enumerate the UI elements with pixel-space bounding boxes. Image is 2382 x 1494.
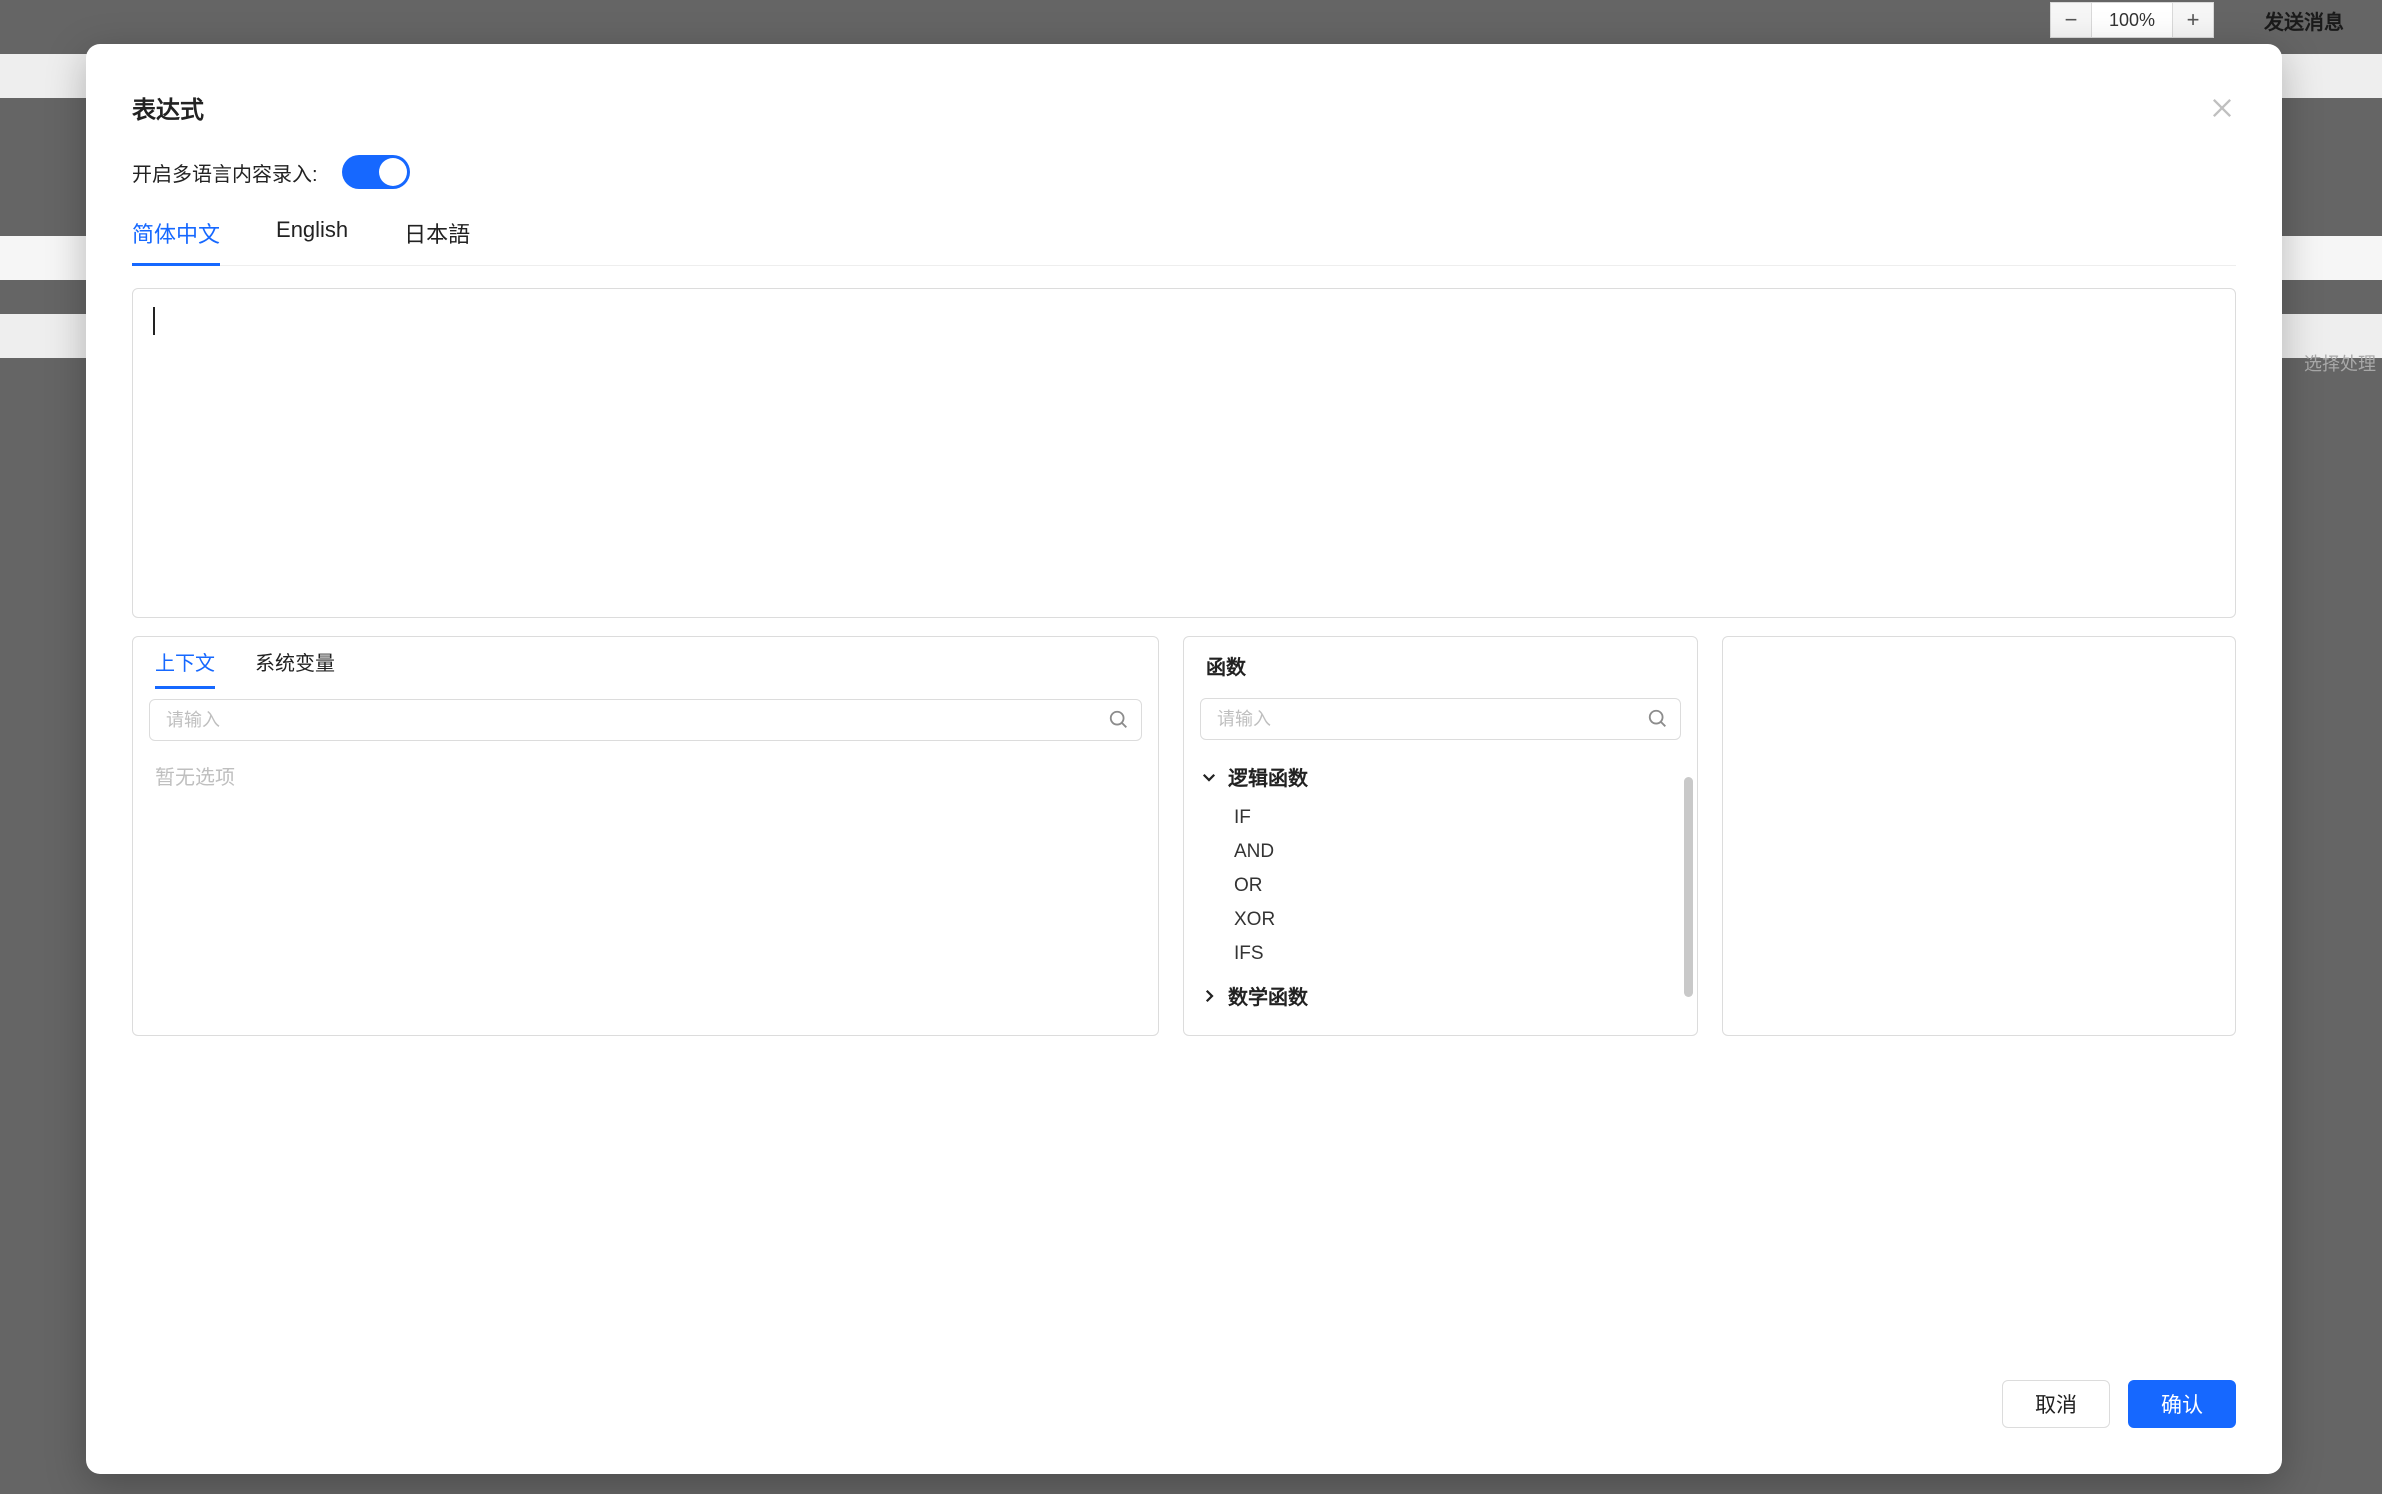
fn-category-math[interactable]: 数学函数: [1200, 971, 1681, 1020]
expression-modal: 表达式 开启多语言内容录入: 简体中文 English 日本語: [86, 44, 2282, 1474]
lang-tab-ja[interactable]: 日本語: [404, 217, 470, 265]
multilang-label: 开启多语言内容录入:: [132, 158, 318, 187]
fn-item-or[interactable]: OR: [1200, 869, 1681, 903]
fn-item-and[interactable]: AND: [1200, 835, 1681, 869]
fn-item-ifs[interactable]: IFS: [1200, 937, 1681, 971]
chevron-right-icon: [1200, 987, 1218, 1005]
context-tab-sysvars[interactable]: 系统变量: [255, 647, 335, 689]
functions-scrollbar[interactable]: [1684, 777, 1693, 997]
fn-category-label: 逻辑函数: [1228, 762, 1308, 791]
functions-panel: 函数 逻辑函数 IF: [1183, 636, 1698, 1036]
lang-tab-zh[interactable]: 简体中文: [132, 217, 220, 266]
functions-search-input[interactable]: [1200, 698, 1681, 740]
confirm-button[interactable]: 确认: [2128, 1380, 2236, 1428]
function-detail-panel: [1722, 636, 2237, 1036]
expression-input[interactable]: [132, 288, 2236, 618]
bg-side-hint: 选择处理: [2304, 350, 2376, 376]
fn-item-if[interactable]: IF: [1200, 801, 1681, 835]
chevron-down-icon: [1200, 768, 1218, 786]
search-icon: [1108, 709, 1130, 731]
cancel-button[interactable]: 取消: [2002, 1380, 2110, 1428]
zoom-in-button[interactable]: +: [2172, 2, 2214, 38]
fn-category-logic[interactable]: 逻辑函数: [1200, 752, 1681, 801]
multilang-toggle[interactable]: [342, 155, 410, 189]
send-message-header: 发送消息: [2264, 6, 2344, 35]
zoom-value: 100%: [2092, 2, 2172, 38]
zoom-controls: − 100% +: [2050, 2, 2214, 38]
context-search-input[interactable]: [149, 699, 1142, 741]
modal-title: 表达式: [132, 90, 204, 125]
fn-item-xor[interactable]: XOR: [1200, 903, 1681, 937]
context-empty-hint: 暂无选项: [133, 741, 1158, 810]
lang-tab-en[interactable]: English: [276, 217, 348, 265]
close-icon[interactable]: [2208, 94, 2236, 122]
context-tab-context[interactable]: 上下文: [155, 647, 215, 689]
context-panel: 上下文 系统变量 暂无选项: [132, 636, 1159, 1036]
functions-title: 函数: [1184, 637, 1697, 688]
zoom-out-button[interactable]: −: [2050, 2, 2092, 38]
fn-category-label: 数学函数: [1228, 981, 1308, 1010]
search-icon: [1647, 708, 1669, 730]
